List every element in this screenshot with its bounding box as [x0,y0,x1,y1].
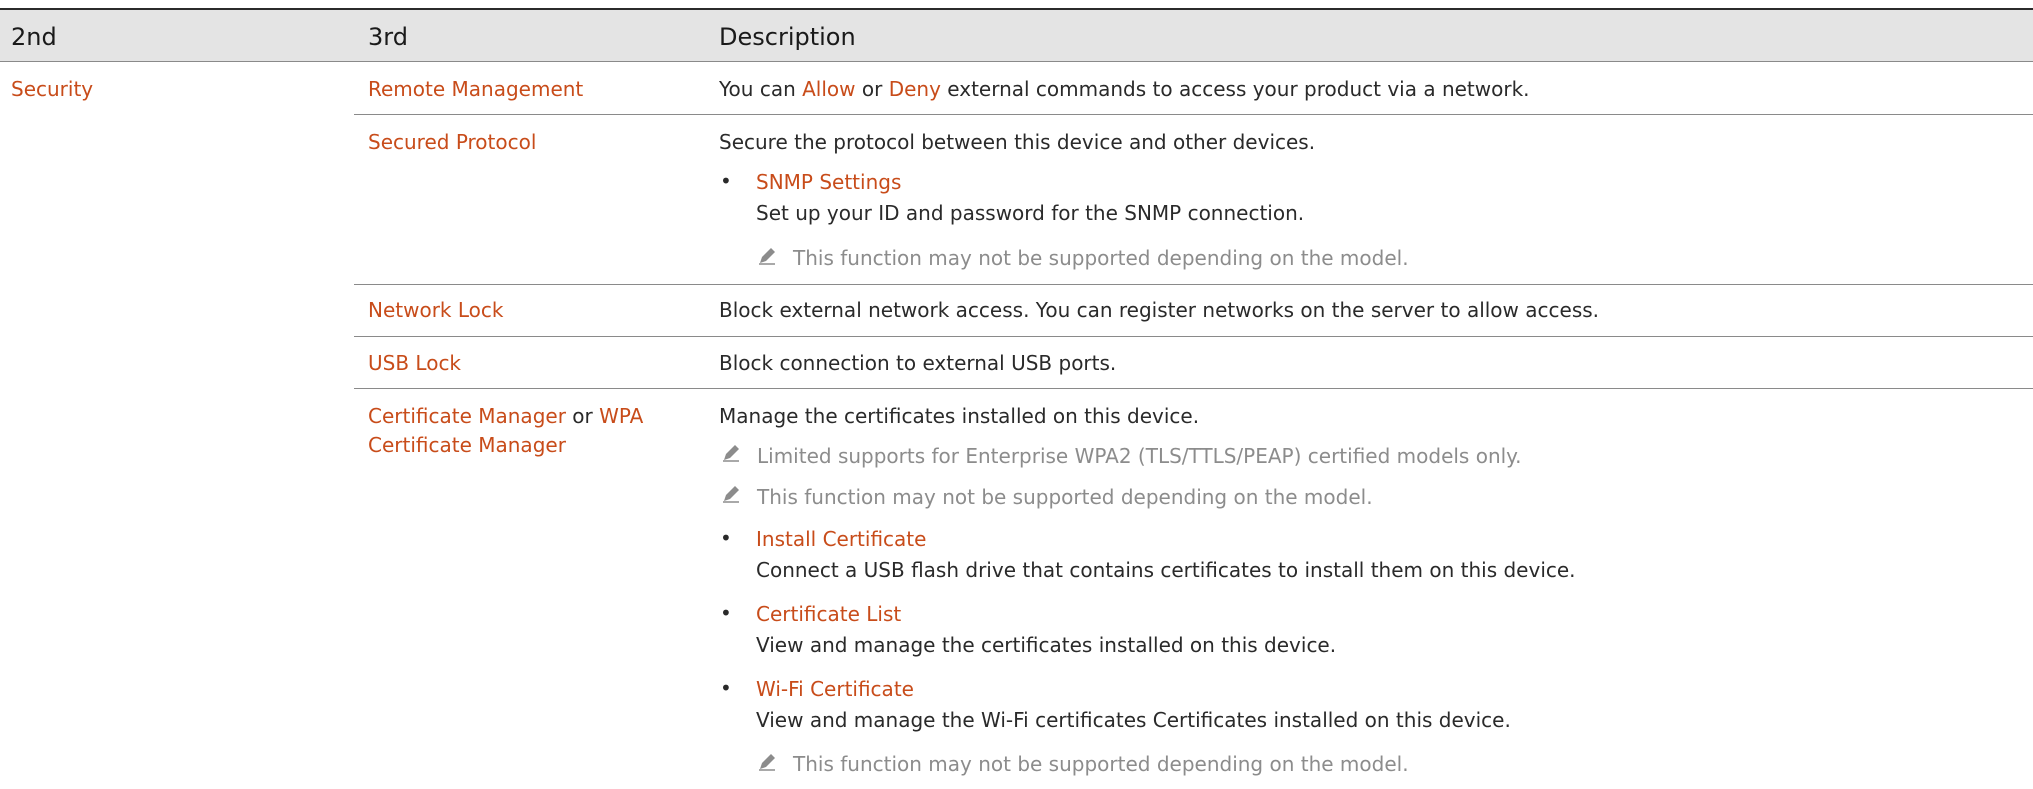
bullet-text-certificate-list: View and manage the certificates install… [756,633,1337,657]
bullet-title-install-certificate: Install Certificate [756,527,927,551]
bullet-text-snmp-settings: Set up your ID and password for the SNMP… [756,201,1305,225]
row-name-secured-protocol: Secured Protocol [368,130,537,154]
row-divider [354,388,2033,389]
row-divider [354,114,2033,115]
column-header-description: Description [719,23,856,51]
pencil-icon [723,445,739,462]
category-security: Security [11,77,94,101]
bullet-dot: • [720,169,732,193]
row-desc-usb-lock: Block connection to external USB ports. [719,351,1117,375]
bullet-dot: • [720,676,732,700]
header-bottom-rule [0,61,2033,62]
pencil-icon [723,486,739,503]
pencil-icon [759,248,775,265]
bullet-text-wifi-certificate: View and manage the Wi-Fi certificates C… [756,708,1511,732]
note-text: This function may not be supported depen… [757,485,1373,509]
table-header [0,10,2033,61]
row-divider [354,336,2033,337]
row-name-wpa-certificate-manager: Certificate Manager [368,433,566,457]
bullet-title-certificate-list: Certificate List [756,602,902,626]
allow-option: Allow [802,77,856,101]
row-name-remote-management: Remote Management [368,77,584,101]
row-name-network-lock: Network Lock [368,298,504,322]
pencil-icon [759,754,775,771]
column-header-2nd: 2nd [11,23,57,51]
note-text: This function may not be supported depen… [793,752,1409,776]
bullet-dot: • [720,526,732,550]
bullet-text-install-certificate: Connect a USB flash drive that contains … [756,558,1576,582]
row-desc-secured-protocol: Secure the protocol between this device … [719,130,1316,154]
deny-option: Deny [888,77,941,101]
row-divider [354,284,2033,285]
row-desc-remote-management: You can Allow or Deny external commands … [719,77,1530,101]
row-desc-network-lock: Block external network access. You can r… [719,298,1600,322]
bullet-title-snmp-settings: SNMP Settings [756,170,902,194]
bullet-title-wifi-certificate: Wi-Fi Certificate [756,677,914,701]
row-name-certificate-manager: Certificate Manager or WPA [368,404,644,428]
row-desc-certificate-manager: Manage the certificates installed on thi… [719,404,1200,428]
note-text: This function may not be supported depen… [793,246,1409,270]
column-header-3rd: 3rd [368,23,408,51]
note-text: Limited supports for Enterprise WPA2 (TL… [757,444,1522,468]
row-name-usb-lock: USB Lock [368,351,462,375]
bullet-dot: • [720,601,732,625]
